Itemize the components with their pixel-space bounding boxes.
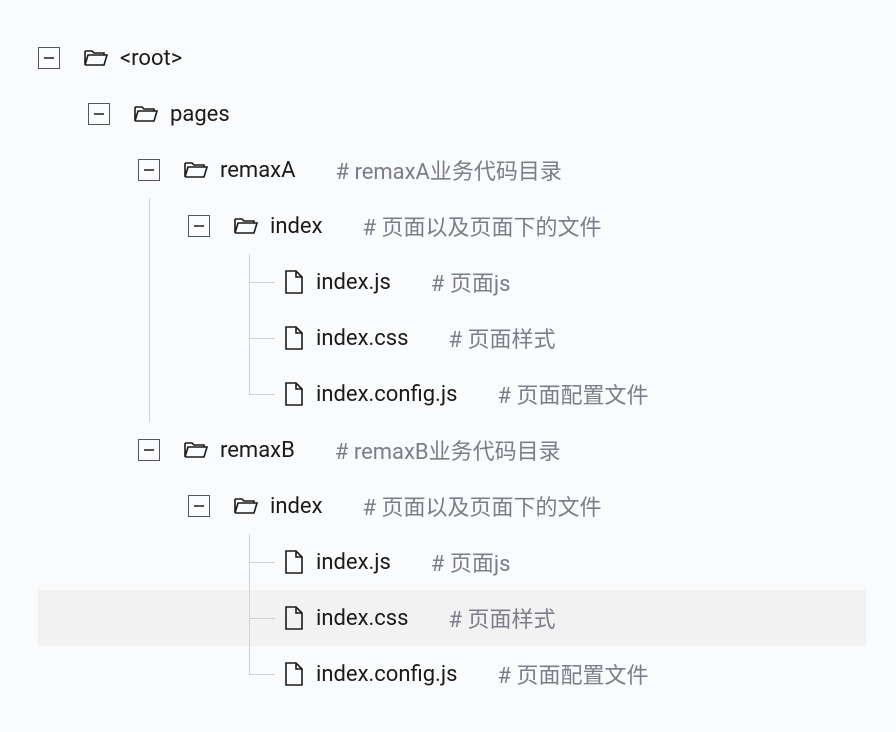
tree-row-remaxb[interactable]: remaxB # remaxB业务代码目录 (38, 422, 866, 478)
tree-label: remaxB (220, 438, 295, 463)
tree-label: index.js (316, 550, 391, 575)
tree-label: index (270, 214, 323, 239)
folder-open-icon (234, 216, 258, 236)
file-icon (284, 382, 304, 406)
leaf-spacer (238, 271, 260, 293)
tree-comment: # 页面样式 (449, 602, 556, 634)
tree-label: index.css (316, 326, 409, 351)
tree-comment: # remaxB业务代码目录 (335, 434, 561, 466)
file-icon (284, 662, 304, 686)
tree-row-pages[interactable]: pages (38, 86, 866, 142)
tree-row-file[interactable]: index.config.js # 页面配置文件 (38, 646, 866, 702)
tree-comment: # 页面js (431, 546, 511, 578)
tree-comment: # 页面以及页面下的文件 (363, 210, 602, 242)
tree-label: pages (170, 102, 230, 127)
folder-open-icon (184, 440, 208, 460)
tree-comment: # 页面以及页面下的文件 (363, 490, 602, 522)
file-tree: <root> pages remaxA # remaxA业务代码目录 index… (0, 0, 896, 732)
tree-row-remaxb-index[interactable]: index # 页面以及页面下的文件 (38, 478, 866, 534)
folder-open-icon (234, 496, 258, 516)
leaf-spacer (238, 663, 260, 685)
tree-label: <root> (120, 46, 182, 71)
collapse-icon[interactable] (138, 439, 160, 461)
leaf-spacer (238, 551, 260, 573)
tree-label: index.css (316, 606, 409, 631)
tree-comment: # remaxA业务代码目录 (335, 154, 561, 186)
folder-open-icon (84, 48, 108, 68)
collapse-icon[interactable] (188, 215, 210, 237)
leaf-spacer (238, 327, 260, 349)
file-icon (284, 550, 304, 574)
collapse-icon[interactable] (88, 103, 110, 125)
tree-row-remaxa-index[interactable]: index # 页面以及页面下的文件 (38, 198, 866, 254)
tree-row-remaxa[interactable]: remaxA # remaxA业务代码目录 (38, 142, 866, 198)
tree-comment: # 页面配置文件 (497, 658, 648, 690)
collapse-icon[interactable] (138, 159, 160, 181)
tree-label: index (270, 494, 323, 519)
folder-open-icon (134, 104, 158, 124)
tree-comment: # 页面样式 (449, 322, 556, 354)
tree-label: remaxA (220, 158, 295, 183)
tree-row-file[interactable]: index.config.js # 页面配置文件 (38, 366, 866, 422)
tree-row-file[interactable]: index.css # 页面样式 (38, 310, 866, 366)
collapse-icon[interactable] (188, 495, 210, 517)
tree-label: index.js (316, 270, 391, 295)
collapse-icon[interactable] (38, 47, 60, 69)
leaf-spacer (238, 607, 260, 629)
leaf-spacer (238, 383, 260, 405)
tree-comment: # 页面js (431, 266, 511, 298)
file-icon (284, 606, 304, 630)
tree-label: index.config.js (316, 382, 457, 407)
tree-row-file[interactable]: index.js # 页面js (38, 254, 866, 310)
tree-row-root[interactable]: <root> (38, 30, 866, 86)
file-icon (284, 270, 304, 294)
tree-row-file[interactable]: index.js # 页面js (38, 534, 866, 590)
file-icon (284, 326, 304, 350)
tree-comment: # 页面配置文件 (497, 378, 648, 410)
folder-open-icon (184, 160, 208, 180)
tree-label: index.config.js (316, 662, 457, 687)
tree-row-file[interactable]: index.css # 页面样式 (38, 590, 866, 646)
